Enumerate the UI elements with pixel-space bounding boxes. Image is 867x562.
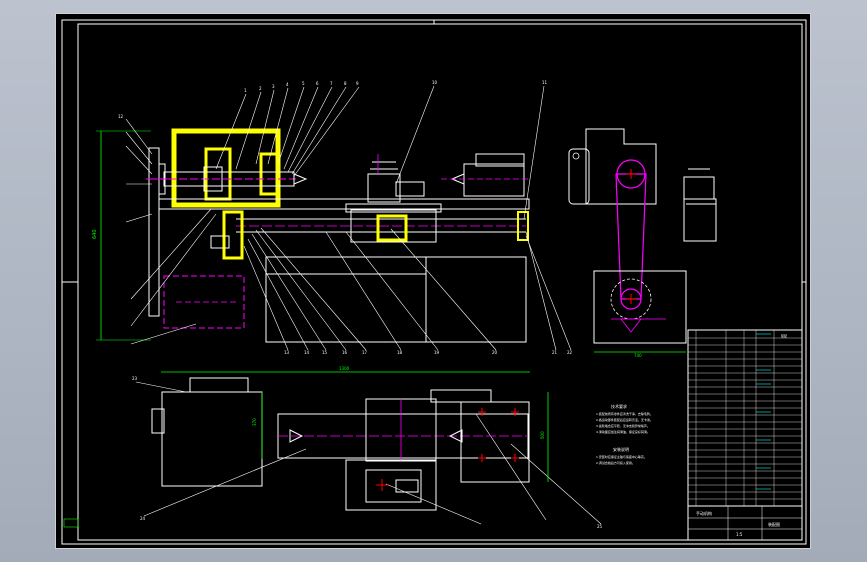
svg-text:9: 9 xyxy=(356,81,359,86)
svg-text:500: 500 xyxy=(540,431,545,439)
svg-text:2: 2 xyxy=(259,86,262,91)
svg-text:25: 25 xyxy=(597,524,603,529)
svg-text:1.装配前所有零件应清洗干净，去除毛刺。: 1.装配前所有零件应清洗干净，去除毛刺。 xyxy=(596,411,653,416)
svg-text:4.滑动面应加注润滑油，保证良好润滑。: 4.滑动面应加注润滑油，保证良好润滑。 xyxy=(596,429,650,434)
svg-text:19: 19 xyxy=(434,350,440,355)
tool-post xyxy=(367,173,401,203)
svg-text:11: 11 xyxy=(542,80,548,85)
scale-text: 1:5 xyxy=(736,532,743,537)
bed-leg xyxy=(265,256,427,343)
cad-background: 640 1 2 3 4 5 6 7 8 9 10 11 12 13 14 15 … xyxy=(0,0,867,562)
svg-text:3.齿轮啮合应平稳，无冲击和异常噪声。: 3.齿轮啮合应平稳，无冲击和异常噪声。 xyxy=(596,423,650,428)
svg-text:20: 20 xyxy=(492,350,498,355)
layer-marker xyxy=(63,518,79,528)
technical-requirements: 技术要求 1.装配前所有零件应清洗干净，去除毛刺。 2.各运动部件装配后应运转灵… xyxy=(596,403,653,465)
cad-drawing: 640 1 2 3 4 5 6 7 8 9 10 11 12 13 14 15 … xyxy=(61,19,807,545)
svg-text:8: 8 xyxy=(344,81,347,86)
svg-text:18: 18 xyxy=(397,350,403,355)
drawing-viewport[interactable]: 640 1 2 3 4 5 6 7 8 9 10 11 12 13 14 15 … xyxy=(55,13,811,549)
tailstock xyxy=(463,163,525,197)
height-dim-text: 640 xyxy=(92,229,98,239)
svg-text:1300: 1300 xyxy=(339,366,350,371)
title-text: 手动机构 xyxy=(696,510,712,516)
svg-text:2.各运动部件装配后应运转灵活，无卡滞。: 2.各运动部件装配后应运转灵活，无卡滞。 xyxy=(596,417,653,422)
balloons-top: 1 2 3 4 5 6 7 8 9 10 11 12 xyxy=(118,80,548,119)
inner-border xyxy=(77,23,803,541)
svg-text:1.安装时应保证主轴与尾座中心等高。: 1.安装时应保证主轴与尾座中心等高。 xyxy=(596,454,647,459)
motor-plan xyxy=(161,391,263,487)
svg-text:17: 17 xyxy=(362,350,368,355)
svg-text:4: 4 xyxy=(286,82,289,87)
svg-text:12: 12 xyxy=(118,114,124,119)
tech-heading: 技术要求 xyxy=(611,403,627,409)
svg-text:16: 16 xyxy=(342,350,348,355)
svg-text:3: 3 xyxy=(272,84,275,89)
front-view: 640 xyxy=(92,128,531,343)
outer-border xyxy=(61,19,807,545)
svg-text:21: 21 xyxy=(552,350,558,355)
install-heading: 安装说明 xyxy=(613,446,629,452)
svg-text:13: 13 xyxy=(284,350,290,355)
svg-text:6: 6 xyxy=(316,81,319,86)
svg-text:740: 740 xyxy=(634,353,642,358)
svg-text:22: 22 xyxy=(567,350,573,355)
svg-text:23: 23 xyxy=(132,376,138,381)
svg-text:370: 370 xyxy=(252,418,257,426)
parts-list: 手动机构 装配图 1:5 装配 xyxy=(687,329,803,541)
svg-text:装配: 装配 xyxy=(781,333,787,338)
drawing-type: 装配图 xyxy=(768,521,780,527)
svg-text:1: 1 xyxy=(244,88,247,93)
side-view: 740 xyxy=(568,128,717,358)
svg-text:15: 15 xyxy=(322,350,328,355)
svg-text:2.调试合格后方可投入使用。: 2.调试合格后方可投入使用。 xyxy=(596,460,635,465)
svg-text:10: 10 xyxy=(432,80,438,85)
svg-text:7: 7 xyxy=(330,81,333,86)
svg-text:5: 5 xyxy=(302,81,305,86)
svg-text:14: 14 xyxy=(304,350,310,355)
svg-text:24: 24 xyxy=(140,516,146,521)
crank-arm xyxy=(615,173,647,300)
